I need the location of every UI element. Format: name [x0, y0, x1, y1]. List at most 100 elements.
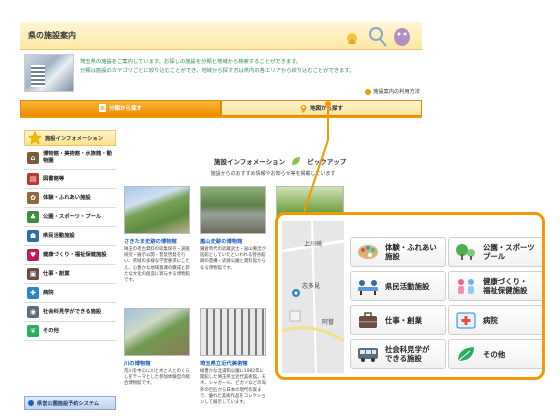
facility-description: 鎌倉時代の武蔵武士・畠山重忠が居館としていたといわれる菅谷館跡の遺構・史跡公園と… [200, 247, 266, 271]
intro-line-2: 分類は施設のカテゴリごとに絞り込むことができ、地域から探す方は県内の各エリアから… [80, 67, 355, 74]
library-icon: ▤ [27, 173, 39, 185]
category-button-park[interactable]: 公園・スポーツ プール [448, 237, 542, 267]
info-title: 施設インフォメーション [214, 158, 286, 166]
intro-line-1: 埼玉県の施設をご案内しています。お探しの施設を分類と地域から検索することができま… [80, 59, 302, 65]
intro-text: 埼玉県の施設をご案内しています。お探しの施設を分類と地域から検索することができま… [80, 58, 418, 75]
health-icon: ♥ [27, 249, 39, 261]
info-subtitle: 施設からのおすすめ情報やお知らせ等を掲載しています [210, 171, 336, 177]
facility-description: 荒川を中心に川と水と人とのくらしをテーマとした参加体験型の総合博物館です。 [124, 369, 190, 387]
category-button-label: その他 [483, 349, 506, 359]
map-preview[interactable]: 上川崎 志多見 阿曽 [282, 221, 344, 373]
facility-name-link[interactable]: 嵐山史跡の博物館 [200, 237, 266, 245]
park-icon: ♣ [27, 211, 39, 223]
facility-description: 埼玉の考古資料の収集保存・調査研究・展示公開・普及啓発を行い、県域の多様な学習要… [124, 247, 190, 284]
sidebar-item-work[interactable]: ▣ 仕事・創業 [24, 265, 116, 284]
work-icon: ▣ [27, 268, 39, 280]
leaf-icon [457, 347, 474, 362]
facility-name-link[interactable]: さきたま史跡の博物館 [124, 237, 190, 245]
category-button-field-trip[interactable]: 社会科見学が できる施設 [350, 339, 446, 369]
facility-photo [200, 186, 266, 234]
page-header: 県の施設案内 [20, 22, 422, 50]
sidebar-item-hospital[interactable]: ✚ 病院 [24, 284, 116, 303]
facility-name-link[interactable]: 埼玉県立近代美術館 [200, 359, 266, 367]
facility-photo [124, 308, 190, 356]
map-place-label: 志多見 [302, 283, 321, 290]
facility-card[interactable]: 川の博物館 荒川を中心に川と水と人とのくらしをテーマとした参加体験型の総合博物館… [124, 308, 190, 388]
park-reservation-label: 県営公園施設予約システム [37, 400, 100, 407]
callout-connector [303, 101, 331, 213]
category-button-work[interactable]: 仕事・創業 [350, 305, 446, 335]
map-place-label: 上川崎 [304, 241, 323, 248]
sidebar-item-experience[interactable]: ✿ 体験・ふれあい施設 [24, 189, 116, 208]
sidebar-item-label: 健康づくり・福祉保健施設 [43, 251, 107, 258]
tab-category-label: 分類から探す [108, 106, 142, 112]
sidebar-item-label: 博物館・美術館・水族館・動物園 [43, 151, 112, 164]
facility-photo [200, 308, 266, 356]
info-section-title: 施設インフォメーション ピックアップ [124, 156, 422, 166]
usage-guide-label: 施設案内の利用方法 [373, 89, 420, 95]
facility-card[interactable]: 埼玉県立近代美術館 緑豊かな北浦和公園に1982年に開館した埼玉県立近代美術館。… [200, 308, 266, 406]
park-reservation-button[interactable]: 県営公園施設予約システム [24, 396, 116, 410]
other-icon: ❦ [27, 325, 39, 337]
page-title: 県の施設案内 [28, 31, 76, 40]
sidebar-item-health[interactable]: ♥ 健康づくり・福祉保健施設 [24, 246, 116, 265]
category-button-label: 公園・スポーツ プール [483, 243, 535, 261]
map-place-label: 阿曽 [322, 319, 335, 326]
arrow-bullet-icon [365, 88, 372, 95]
briefcase-icon [359, 312, 377, 328]
facility-card[interactable]: さきたま史跡の博物館 埼玉の考古資料の収集保存・調査研究・展示公開・普及啓発を行… [124, 186, 190, 284]
sidebar-item-label: 病院 [43, 289, 54, 296]
category-button-health[interactable]: 健康づくり・ 福祉保健施設 [448, 271, 542, 301]
hospital-icon [456, 312, 476, 329]
sidebar-item-label: 体験・ふれあい施設 [43, 194, 91, 201]
category-button-experience[interactable]: 体験・ふれあい 施設 [350, 237, 446, 267]
sidebar-item-library[interactable]: ▤ 図書館等 [24, 170, 116, 189]
sidebar-item-label: 図書館等 [43, 175, 65, 182]
tab-underline [20, 116, 422, 118]
palette-icon [358, 245, 378, 259]
sidebar-item-park[interactable]: ♣ 公園・スポーツ・プール [24, 208, 116, 227]
sidebar-item-community[interactable]: ☗ 県民活動施設 [24, 227, 116, 246]
hospital-icon: ✚ [27, 287, 39, 299]
facility-card[interactable]: 嵐山史跡の博物館 鎌倉時代の武蔵武士・畠山重忠が居館としていたといわれる菅谷館跡… [200, 186, 266, 272]
sidebar-item-label: 仕事・創業 [43, 270, 70, 277]
facility-photo [124, 186, 190, 234]
museum-icon: ⌂ [27, 151, 39, 164]
facility-description: 緑豊かな北浦和公園に1982年に開館した埼玉県立近代美術館。モネ、シャガール、ピ… [200, 369, 266, 406]
header-decoration-icon [347, 27, 410, 47]
category-button-label: 体験・ふれあい 施設 [385, 243, 437, 261]
meeting-icon [358, 280, 378, 295]
document-icon [98, 104, 106, 112]
sidebar-item-label: その他 [43, 327, 59, 334]
category-button-label: 仕事・創業 [385, 315, 422, 325]
bus-icon [358, 348, 378, 362]
sidebar-item-museum[interactable]: ⌂ 博物館・美術館・水族館・動物園 [24, 146, 116, 170]
sidebar-item-label: 社会科見学ができる施設 [43, 308, 102, 315]
facility-name-link[interactable]: 川の博物館 [124, 359, 190, 367]
sidebar-item-label: 県民活動施設 [43, 232, 75, 239]
category-button-label: 病院 [483, 315, 498, 325]
star-icon [28, 131, 42, 145]
experience-icon: ✿ [27, 192, 39, 204]
category-button-label: 社会科見学が できる施設 [385, 345, 430, 363]
health-people-icon [458, 279, 474, 294]
sidebar-item-label: 公園・スポーツ・プール [43, 213, 102, 220]
category-button-label: 健康づくり・ 福祉保健施設 [483, 277, 528, 295]
facility-photo [24, 54, 74, 92]
category-button-label: 県民活動施設 [385, 281, 430, 291]
search-tabs: 分類から探す 地図から探す [20, 100, 422, 116]
field-trip-icon: ◉ [27, 306, 39, 318]
sidebar-header[interactable]: 施設インフォメーション [24, 130, 116, 146]
community-icon: ☗ [27, 230, 39, 242]
category-button-other[interactable]: その他 [448, 339, 542, 369]
sidebar-item-other[interactable]: ❦ その他 [24, 322, 116, 341]
category-popup: 上川崎 志多見 阿曽 体験・ふれあい 施設 公園・スポーツ プール 県民活動施設… [275, 212, 545, 380]
category-sidebar: 施設インフォメーション ⌂ 博物館・美術館・水族館・動物園 ▤ 図書館等 ✿ 体… [24, 130, 116, 341]
tab-category[interactable]: 分類から探す [20, 100, 221, 116]
arrow-bullet-icon [28, 400, 34, 406]
sidebar-header-label: 施設インフォメーション [45, 136, 104, 142]
category-button-hospital[interactable]: 病院 [448, 305, 542, 335]
category-button-community[interactable]: 県民活動施設 [350, 271, 446, 301]
sidebar-item-field-trip[interactable]: ◉ 社会科見学ができる施設 [24, 303, 116, 322]
usage-guide-link[interactable]: 施設案内の利用方法 [365, 88, 420, 95]
